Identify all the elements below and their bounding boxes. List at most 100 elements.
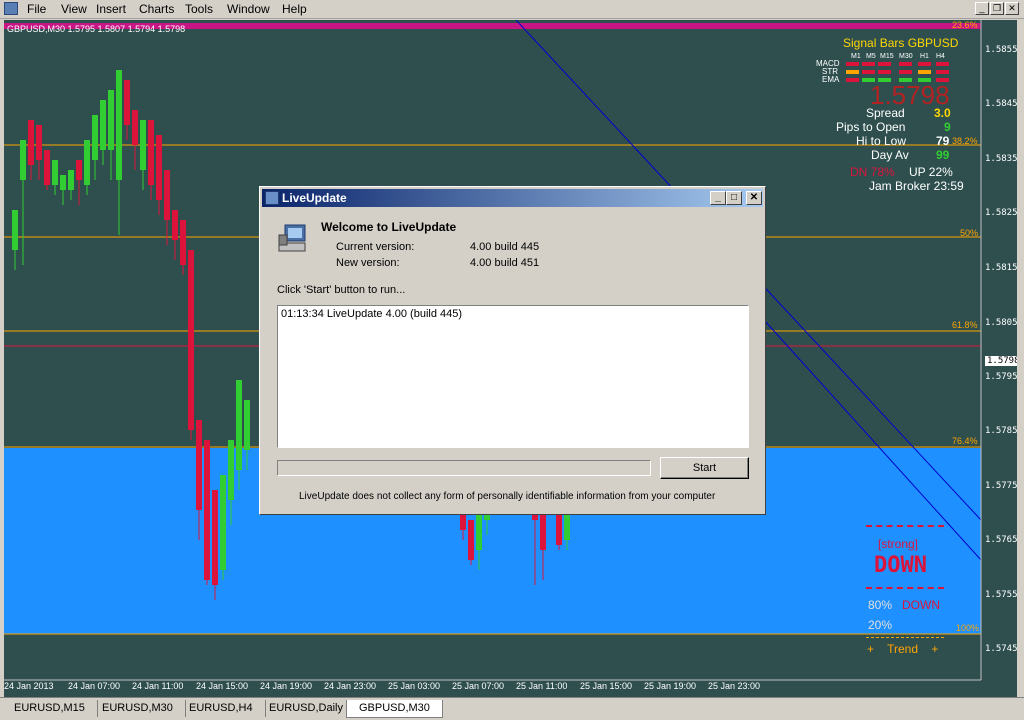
price-tick: 1.5835 <box>985 154 1017 164</box>
price-tick: 1.5845 <box>985 99 1017 109</box>
menu-window[interactable]: Window <box>227 2 270 16</box>
candle-body <box>188 250 194 430</box>
tab-gbpusd-m30[interactable]: GBPUSD,M30 <box>346 700 443 718</box>
maximize-icon[interactable]: □ <box>726 191 742 205</box>
candle-body <box>156 135 162 200</box>
candle-body <box>12 210 18 250</box>
progress-bar <box>277 460 651 476</box>
candle-body <box>244 400 250 450</box>
price-tick: 1.5785 <box>985 426 1017 436</box>
hilo-label: Hi to Low <box>856 134 907 148</box>
candle-body <box>52 160 58 185</box>
time-tick: 24 Jan 19:00 <box>260 681 313 691</box>
price-tick: 1.5825 <box>985 208 1017 218</box>
dialog-heading: Welcome to LiveUpdate <box>321 220 457 234</box>
trend-direction: DOWN <box>874 553 927 578</box>
minimize-icon[interactable]: _ <box>710 191 726 205</box>
candle-body <box>44 150 50 185</box>
tab-eurusd-daily[interactable]: EURUSD,Daily <box>257 700 356 717</box>
candle-body <box>476 510 482 550</box>
candle-body <box>172 210 178 240</box>
dayav-value: 99 <box>936 148 950 162</box>
time-tick: 24 Jan 15:00 <box>196 681 249 691</box>
menu-tools[interactable]: Tools <box>185 2 213 16</box>
price-tick: 1.5755 <box>985 590 1017 600</box>
symbol-label: GBPUSD,M30 1.5795 1.5807 1.5794 1.5798 <box>7 24 186 34</box>
fib-label-38: 38.2% <box>952 136 978 146</box>
privacy-notice: LiveUpdate does not collect any form of … <box>299 491 716 502</box>
price-tick: 1.5815 <box>985 263 1017 273</box>
tf-label: M30 <box>899 53 913 60</box>
computer-icon <box>278 224 306 252</box>
tab-eurusd-h4[interactable]: EURUSD,H4 <box>177 700 266 717</box>
down-label: DOWN <box>902 598 940 612</box>
fib-label-23: 23.6% <box>952 20 978 30</box>
price-tick: 1.5745 <box>985 644 1017 654</box>
instruction-text: Click 'Start' button to run... <box>277 284 406 296</box>
time-tick: 24 Jan 07:00 <box>68 681 121 691</box>
pips-label: Pips to Open <box>836 120 906 134</box>
candle-body <box>68 170 74 190</box>
tf-label: M5 <box>866 53 876 60</box>
candle-body <box>76 160 82 180</box>
menu-view[interactable]: View <box>61 2 87 16</box>
minimize-icon[interactable]: _ <box>975 2 989 15</box>
candle-body <box>212 490 218 585</box>
start-button[interactable]: Start <box>660 457 749 479</box>
time-tick: 25 Jan 23:00 <box>708 681 761 691</box>
price-tick: 1.5855 <box>985 45 1017 55</box>
row-label: EMA <box>822 75 840 84</box>
candle-body <box>116 70 122 180</box>
current-version-label: Current version: <box>336 241 415 253</box>
candle-body <box>28 120 34 165</box>
broker-time: Jam Broker 23:59 <box>869 179 964 193</box>
tab-eurusd-m30[interactable]: EURUSD,M30 <box>90 700 186 717</box>
tab-eurusd-m15[interactable]: EURUSD,M15 <box>2 700 98 717</box>
menu-file[interactable]: File <box>27 2 46 16</box>
candle-body <box>92 115 98 160</box>
fib-label-100: 100% <box>956 623 980 633</box>
time-tick: 25 Jan 11:00 <box>516 681 568 691</box>
candle-body <box>228 440 234 500</box>
app-icon[interactable] <box>4 2 18 15</box>
tf-label: H1 <box>920 53 929 60</box>
candle-body <box>204 440 210 580</box>
signal-title: Signal Bars GBPUSD <box>843 36 959 50</box>
menu-charts[interactable]: Charts <box>139 2 174 16</box>
restore-icon[interactable]: ❐ <box>990 2 1004 15</box>
dayav-label: Day Av <box>871 148 909 162</box>
fib-label-76: 76.4% <box>952 436 978 446</box>
menu-insert[interactable]: Insert <box>96 2 126 16</box>
trend-divider <box>866 637 944 638</box>
spread-label: Spread <box>866 106 905 120</box>
candle-body <box>196 420 202 510</box>
close-icon[interactable]: ✕ <box>1005 2 1019 15</box>
up-percent: UP 22% <box>909 165 953 179</box>
time-tick: 25 Jan 15:00 <box>580 681 633 691</box>
tf-label: M1 <box>851 53 861 60</box>
close-icon[interactable]: ✕ <box>746 191 762 205</box>
tf-label: M15 <box>880 53 894 60</box>
update-log[interactable]: 01:13:34 LiveUpdate 4.00 (build 445) <box>277 305 749 448</box>
menu-bar: File View Insert Charts Tools Window Hel… <box>0 0 1024 19</box>
price-tick: 1.5795 <box>985 372 1017 382</box>
dialog-titlebar[interactable]: LiveUpdate _ □ ✕ <box>262 189 763 207</box>
menu-help[interactable]: Help <box>282 2 307 16</box>
price-tick: 1.5765 <box>985 535 1017 545</box>
candle-body <box>108 90 114 150</box>
time-tick: 24 Jan 2013 <box>4 681 54 691</box>
dialog-title: LiveUpdate <box>282 191 347 205</box>
new-version-label: New version: <box>336 257 400 269</box>
liveupdate-dialog: LiveUpdate _ □ ✕ Welcome to LiveUpdate C… <box>259 186 766 515</box>
candle-body <box>140 120 146 170</box>
time-tick: 24 Jan 11:00 <box>132 681 184 691</box>
log-line: 01:13:34 LiveUpdate 4.00 (build 445) <box>281 308 463 320</box>
chart-tabs: EURUSD,M15 EURUSD,M30 EURUSD,H4 EURUSD,D… <box>0 697 1024 720</box>
current-price-tag: 1.5798 <box>985 356 1017 366</box>
candle-body <box>132 110 138 145</box>
time-tick: 25 Jan 19:00 <box>644 681 697 691</box>
candle-body <box>220 475 226 570</box>
candle-body <box>100 100 106 150</box>
trend-strength: [strong] <box>878 537 919 551</box>
candle-body <box>124 80 130 125</box>
